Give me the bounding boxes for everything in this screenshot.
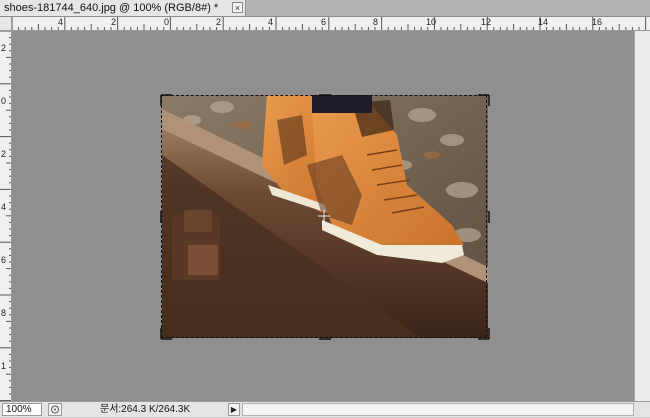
ruler-label: 8 bbox=[1, 308, 7, 318]
ruler-label: 4 bbox=[1, 202, 7, 212]
vertical-ruler[interactable]: 2 0 2 4 6 8 1 bbox=[0, 31, 12, 401]
transform-handles[interactable] bbox=[158, 92, 492, 342]
zoom-level-input[interactable]: 100% bbox=[2, 403, 42, 416]
document-tab-bar: shoes-181744_640.jpg @ 100% (RGB/8#) * × bbox=[0, 0, 650, 17]
horizontal-ruler[interactable]: 4 2 0 2 4 6 8 10 12 14 16 bbox=[12, 17, 650, 31]
ruler-label: 10 bbox=[426, 17, 437, 27]
ruler-label: 2 bbox=[216, 17, 222, 27]
ruler-label: 16 bbox=[592, 17, 603, 27]
vertical-scrollbar[interactable] bbox=[634, 31, 650, 401]
ruler-label: 6 bbox=[321, 17, 327, 27]
document-tab-title: shoes-181744_640.jpg @ 100% (RGB/8#) * bbox=[4, 2, 219, 14]
ruler-label: 2 bbox=[1, 149, 7, 159]
ruler-label: 4 bbox=[58, 17, 64, 27]
ruler-label: 12 bbox=[481, 17, 492, 27]
ruler-label: 2 bbox=[1, 43, 7, 53]
horizontal-ruler-ticks bbox=[12, 17, 647, 30]
ruler-label: 0 bbox=[164, 17, 170, 27]
close-icon[interactable]: × bbox=[232, 2, 243, 13]
ruler-origin[interactable] bbox=[0, 17, 12, 31]
ruler-label: 14 bbox=[538, 17, 549, 27]
ruler-label: 0 bbox=[1, 96, 7, 106]
ruler-label: 6 bbox=[1, 255, 7, 265]
status-icon[interactable] bbox=[48, 403, 62, 416]
ruler-label: 2 bbox=[111, 17, 117, 27]
ruler-label: 1 bbox=[1, 361, 7, 371]
ruler-label: 4 bbox=[268, 17, 274, 27]
document-size: 문서:264.3 K/264.3K bbox=[100, 404, 191, 415]
vertical-ruler-ticks bbox=[0, 31, 11, 401]
horizontal-scrollbar[interactable] bbox=[242, 403, 634, 416]
document-info-icon bbox=[51, 405, 59, 414]
status-menu-arrow-icon[interactable]: ▶ bbox=[228, 403, 240, 416]
ruler-label: 8 bbox=[373, 17, 379, 27]
status-bar: 100% 문서:264.3 K/264.3K ▶ bbox=[0, 401, 650, 417]
document-tab[interactable]: shoes-181744_640.jpg @ 100% (RGB/8#) * × bbox=[0, 0, 246, 16]
